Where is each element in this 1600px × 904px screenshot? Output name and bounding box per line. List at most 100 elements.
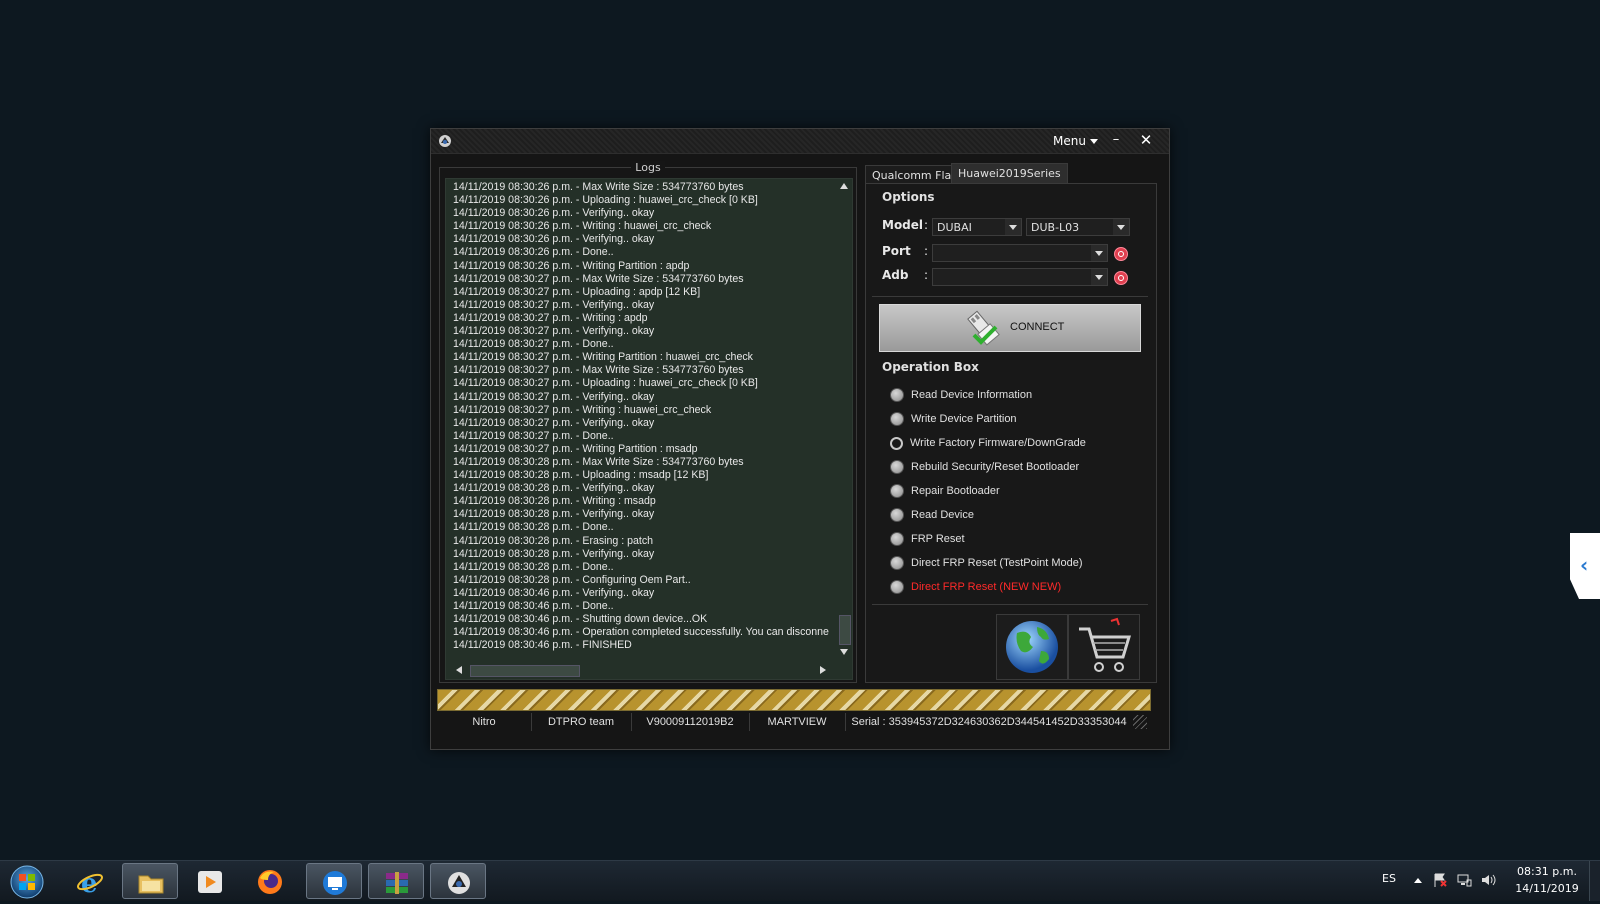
log-vertical-scrollbar[interactable] (836, 179, 852, 659)
taskbar-remote-desktop[interactable] (306, 863, 362, 899)
side-panel-toggle[interactable]: ‹ (1570, 533, 1600, 599)
port-select[interactable] (932, 244, 1108, 262)
log-line: 14/11/2019 08:30:28 p.m. - Uploading : m… (453, 469, 709, 482)
show-hidden-icons-icon[interactable] (1414, 878, 1422, 883)
variant-select[interactable]: DUB-L03 (1026, 218, 1130, 236)
log-line: 14/11/2019 08:30:26 p.m. - Uploading : h… (453, 194, 758, 207)
taskbar-firefox[interactable] (242, 863, 298, 899)
op-read-device-information[interactable]: Read Device Information (890, 386, 1032, 404)
usb-connect-icon (967, 310, 1000, 346)
radio-button[interactable] (890, 580, 904, 594)
log-line: 14/11/2019 08:30:26 p.m. - Writing Parti… (453, 259, 690, 272)
op-label: Direct FRP Reset (NEW NEW) (911, 581, 1062, 593)
chevron-down-icon (1005, 219, 1021, 235)
op-direct-frp-reset-testpoint[interactable]: Direct FRP Reset (TestPoint Mode) (890, 554, 1083, 572)
chevron-down-icon (1113, 219, 1129, 235)
clock-time[interactable]: 08:31 p.m. (1515, 865, 1579, 878)
radio-button[interactable] (890, 508, 904, 522)
variant-value: DUB-L03 (1031, 221, 1080, 234)
log-line: 14/11/2019 08:30:28 p.m. - Writing : msa… (453, 495, 656, 508)
connect-label: CONNECT (1010, 321, 1065, 333)
model-value: DUBAI (937, 221, 972, 234)
op-direct-frp-reset-new[interactable]: Direct FRP Reset (NEW NEW) (890, 578, 1061, 596)
radio-button[interactable] (890, 388, 904, 402)
scroll-right-icon[interactable] (820, 666, 826, 674)
status-serial: Serial : 353945372D324630362D344541452D3… (851, 716, 1127, 728)
scroll-up-icon[interactable] (840, 183, 848, 189)
op-repair-bootloader[interactable]: Repair Bootloader (890, 482, 1000, 500)
op-write-factory-firmware[interactable]: Write Factory Firmware/DownGrade (890, 434, 1086, 452)
radio-button[interactable] (890, 532, 904, 546)
scroll-down-icon[interactable] (840, 649, 848, 655)
port-refresh-icon[interactable] (1114, 247, 1128, 261)
log-line: 14/11/2019 08:30:46 p.m. - Done.. (453, 600, 614, 612)
minimize-button[interactable]: – (1103, 130, 1129, 150)
taskbar-media-player[interactable] (182, 863, 238, 899)
language-indicator[interactable]: ES (1382, 872, 1396, 885)
log-line: 14/11/2019 08:30:28 p.m. - Verifying.. o… (453, 482, 655, 495)
volume-icon[interactable] (1480, 872, 1496, 888)
taskbar-dtpro-tool[interactable] (430, 863, 486, 899)
radio-button-selected[interactable] (890, 436, 903, 450)
chevron-down-icon (1091, 245, 1107, 261)
radio-button[interactable] (890, 460, 904, 474)
chevron-left-icon: ‹ (1580, 553, 1589, 577)
tab-huawei2019series[interactable]: Huawei2019Series (951, 163, 1068, 185)
radio-button[interactable] (890, 484, 904, 498)
log-line: 14/11/2019 08:30:26 p.m. - Verifying.. o… (453, 233, 655, 246)
winrar-icon (386, 872, 408, 894)
op-label: Read Device (911, 509, 974, 521)
chevron-down-icon (1091, 269, 1107, 285)
log-line: 14/11/2019 08:30:27 p.m. - Verifying.. o… (453, 416, 655, 429)
log-line: 14/11/2019 08:30:27 p.m. - Verifying.. o… (453, 390, 655, 403)
log-line: 14/11/2019 08:30:46 p.m. - FINISHED (453, 639, 632, 652)
show-desktop-button[interactable] (1589, 861, 1600, 901)
log-line: 14/11/2019 08:30:28 p.m. - Done.. (453, 521, 614, 534)
adb-refresh-icon[interactable] (1114, 271, 1128, 285)
log-horizontal-scrollbar[interactable] (446, 661, 836, 679)
op-label: Direct FRP Reset (TestPoint Mode) (911, 557, 1083, 569)
log-line: 14/11/2019 08:30:27 p.m. - Uploading : h… (453, 377, 758, 390)
log-line: 14/11/2019 08:30:28 p.m. - Max Write Siz… (453, 455, 744, 468)
menu-button[interactable]: Menu (1053, 133, 1098, 149)
model-select[interactable]: DUBAI (932, 218, 1022, 236)
op-write-device-partition[interactable]: Write Device Partition (890, 410, 1017, 428)
scroll-thumb-horizontal[interactable] (470, 665, 580, 677)
log-line: 14/11/2019 08:30:27 p.m. - Verifying.. o… (453, 325, 655, 338)
shop-button[interactable] (1068, 614, 1140, 680)
resize-grip[interactable] (1133, 715, 1147, 729)
network-icon[interactable] (1456, 872, 1472, 888)
adb-select[interactable] (932, 268, 1108, 286)
start-button[interactable] (4, 864, 50, 900)
radio-button[interactable] (890, 412, 904, 426)
connect-button[interactable]: CONNECT (879, 304, 1141, 352)
status-bar: Nitro DTPRO team V90009112019B2 MARTVIEW… (437, 713, 1149, 731)
log-line: 14/11/2019 08:30:46 p.m. - Shutting down… (453, 613, 708, 626)
status-nitro: Nitro (437, 713, 532, 731)
op-read-device[interactable]: Read Device (890, 506, 974, 524)
log-line: 14/11/2019 08:30:27 p.m. - Writing Parti… (453, 351, 753, 364)
status-brand: MARTVIEW (749, 713, 846, 731)
port-label: Port (882, 244, 911, 258)
scroll-thumb[interactable] (839, 615, 851, 645)
model-colon: : (924, 218, 929, 232)
title-bar[interactable]: Menu – ✕ (431, 129, 1169, 154)
close-button[interactable]: ✕ (1133, 130, 1159, 150)
taskbar-file-explorer[interactable] (122, 863, 178, 899)
op-rebuild-security[interactable]: Rebuild Security/Reset Bootloader (890, 458, 1079, 476)
taskbar-winrar[interactable] (368, 863, 424, 899)
website-button[interactable] (996, 614, 1068, 680)
taskbar-internet-explorer[interactable]: e (62, 863, 118, 899)
log-area[interactable]: 14/11/2019 08:30:26 p.m. - Max Write Siz… (445, 178, 853, 680)
svg-text:e: e (81, 869, 98, 896)
model-label: Model (882, 218, 924, 232)
action-center-flag-icon[interactable] (1432, 872, 1448, 888)
op-frp-reset[interactable]: FRP Reset (890, 530, 965, 548)
log-line: 14/11/2019 08:30:27 p.m. - Done.. (453, 338, 614, 351)
radio-button[interactable] (890, 556, 904, 570)
app-logo-icon (439, 135, 451, 147)
scroll-left-icon[interactable] (456, 666, 462, 674)
remote-desktop-icon (323, 871, 347, 895)
clock-date[interactable]: 14/11/2019 (1515, 882, 1579, 895)
taskbar: e ES 08:31 p.m. 14/11/2019 (0, 860, 1600, 901)
